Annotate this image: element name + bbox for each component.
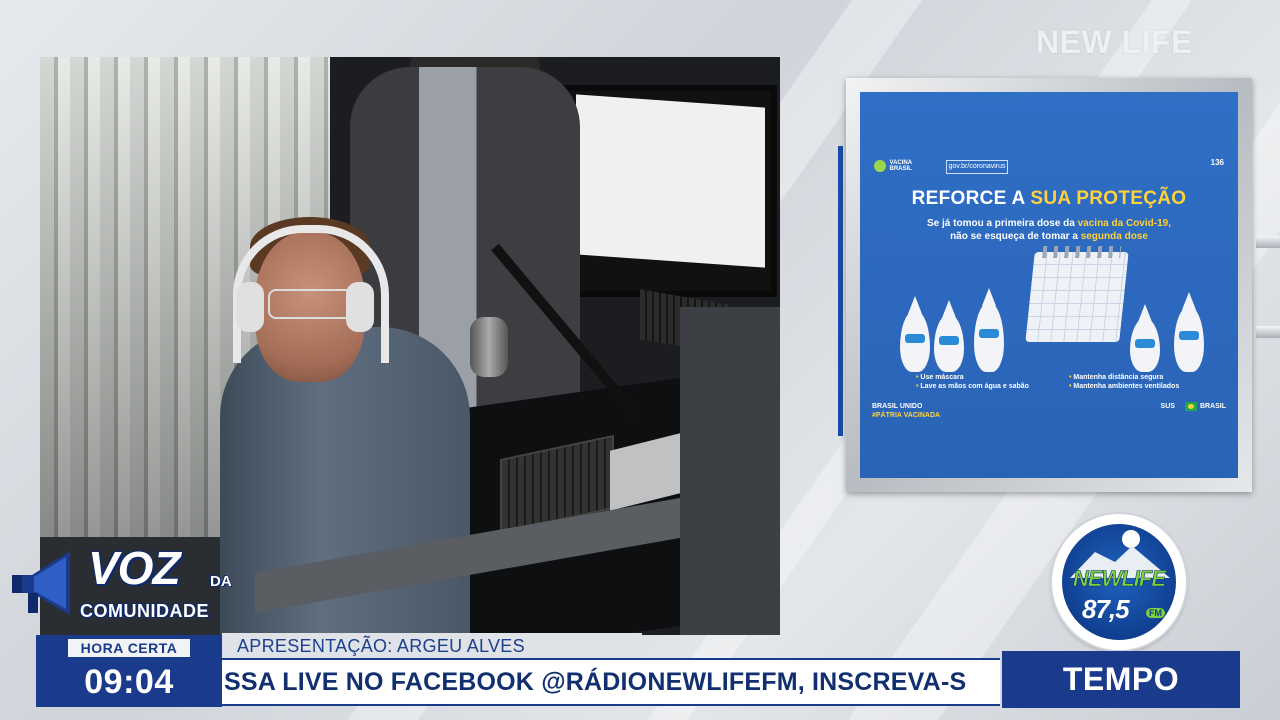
- presenter-bar: APRESENTAÇÃO: ARGEU ALVES: [222, 633, 642, 658]
- vacina-brasil-logo: VACINA BRASIL: [874, 158, 934, 174]
- program-title: VOZ: [88, 542, 181, 594]
- disque-saude-number: 136: [1210, 158, 1224, 167]
- brand-watermark: NEW LIFE: [1036, 24, 1193, 60]
- logo-band: FM: [1146, 608, 1165, 618]
- drop-character: [900, 310, 930, 372]
- vaccine-campaign-poster: VACINA BRASIL gov.br/coronavirus 136 REF…: [860, 92, 1238, 478]
- subtitle-line2-highlight: segunda dose: [1080, 231, 1148, 242]
- slogan-hashtag: #PÁTRIA VACINADA: [872, 412, 941, 419]
- tip-item: Lave as mãos com água e sabão: [916, 383, 1063, 390]
- weather-label: TEMPO: [1002, 651, 1240, 708]
- program-title-block: VOZ DA COMUNIDADE: [10, 545, 240, 635]
- brasil-logo-text: BRASIL: [1199, 403, 1226, 410]
- sus-logo: SUS: [1160, 403, 1175, 410]
- clock-time: 09:04: [84, 663, 174, 701]
- frame-rail: [1256, 326, 1280, 338]
- drop-character: [1130, 318, 1160, 372]
- poster-subtitle: Se já tomou a primeira dose da vacina da…: [880, 217, 1218, 243]
- calendar-illustration: [1025, 252, 1129, 342]
- logo-frequency: 87,5: [1082, 594, 1130, 624]
- tip-item: Mantenha ambientes ventilados: [1069, 383, 1216, 390]
- ticker-text: SSA LIVE NO FACEBOOK @RÁDIONEWLIFEFM, IN…: [224, 668, 967, 696]
- logo-station-name: NEWLIFE: [1073, 566, 1167, 592]
- poster-frame: VACINA BRASIL gov.br/coronavirus 136 REF…: [846, 78, 1252, 492]
- poster-accent-bar: [838, 146, 843, 436]
- tip-item: Use máscara: [916, 374, 1063, 381]
- poster-footer-logos: SUS BRASIL: [1161, 402, 1226, 411]
- headphone-earcup-left: [236, 282, 264, 332]
- prevention-tips: Use máscara Mantenha distância segura La…: [916, 374, 1216, 390]
- microphone: [470, 317, 508, 377]
- megaphone-icon: [12, 551, 70, 615]
- drop-character: [1174, 306, 1204, 372]
- headphone-earcup-right: [346, 282, 374, 332]
- subtitle-line1: Se já tomou a primeira dose da: [927, 218, 1078, 229]
- program-title-da: DA: [210, 573, 232, 590]
- drop-character: [974, 302, 1004, 372]
- tip-item: Mantenha distância segura: [1069, 374, 1216, 381]
- side-partition: [680, 307, 780, 635]
- poster-headline: REFORCE A SUA PROTEÇÃO: [860, 188, 1238, 210]
- poster-footer-slogan: BRASIL UNIDO #PÁTRIA VACINADA: [872, 402, 940, 420]
- presenter-name: APRESENTAÇÃO: ARGEU ALVES: [237, 636, 525, 656]
- news-ticker: SSA LIVE NO FACEBOOK @RÁDIONEWLIFEFM, IN…: [222, 658, 1000, 706]
- slogan-line1: BRASIL UNIDO: [872, 403, 923, 410]
- vacina-brasil-logo-text: VACINA BRASIL: [889, 160, 912, 172]
- studio-monitor: [560, 85, 777, 297]
- sun-icon: [1122, 530, 1140, 548]
- program-subtitle: COMUNIDADE: [80, 601, 209, 621]
- subtitle-line1-highlight: vacina da Covid-19,: [1077, 218, 1171, 229]
- gov-link-badge: gov.br/coronavirus: [946, 160, 1008, 174]
- frame-rail: [1256, 236, 1280, 248]
- clock-label: HORA CERTA: [68, 639, 190, 657]
- governo-brasil-logo: BRASIL: [1184, 402, 1226, 411]
- newlife-fm-logo: NEWLIFE 87,5 FM: [1052, 514, 1186, 650]
- headline-main: REFORCE A: [911, 188, 1025, 209]
- headline-highlight: SUA PROTEÇÃO: [1030, 188, 1187, 209]
- drop-character: [934, 314, 964, 372]
- subtitle-line2: não se esqueça de tomar a: [950, 231, 1081, 242]
- clock-box: HORA CERTA 09:04: [36, 635, 222, 707]
